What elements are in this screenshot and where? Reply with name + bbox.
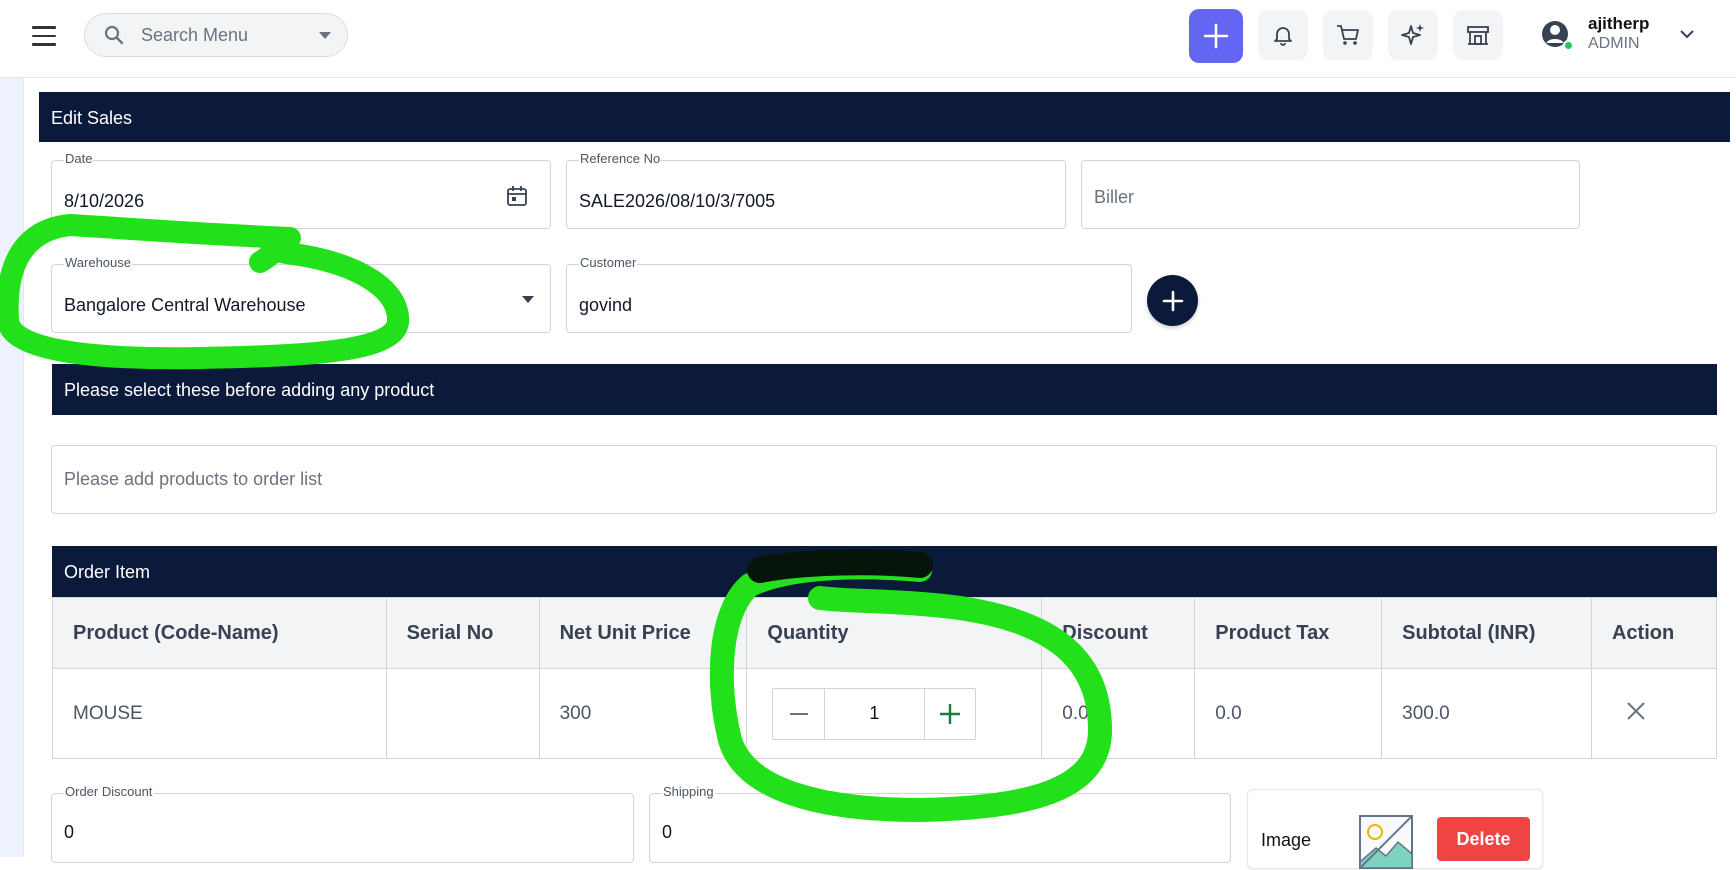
decrement-button[interactable]	[773, 689, 824, 739]
tax-cell: 0.0	[1194, 668, 1383, 759]
delete-row-icon[interactable]	[1626, 701, 1646, 721]
page-title: Edit Sales	[39, 92, 1730, 142]
column-header: Action	[1590, 597, 1718, 669]
sparkle-icon	[1401, 24, 1424, 45]
quantity-cell: 1	[746, 668, 1043, 759]
menu-icon[interactable]	[32, 26, 56, 46]
search-input[interactable]: Search Menu	[141, 25, 319, 46]
plus-icon	[940, 703, 961, 724]
order-discount-field[interactable]: Order Discount 0	[51, 784, 634, 863]
net-unit-price-cell: 300	[538, 668, 748, 759]
online-status-dot	[1563, 40, 1574, 51]
order-item-title: Order Item	[52, 546, 1717, 597]
reference-value[interactable]: SALE2026/08/10/3/7005	[579, 191, 775, 212]
product-cell: MOUSE	[52, 668, 387, 759]
store-button[interactable]	[1453, 10, 1503, 60]
user-menu[interactable]: ajitherp ADMIN	[1540, 14, 1695, 54]
column-header: Net Unit Price	[538, 597, 748, 669]
increment-button[interactable]	[925, 689, 976, 739]
image-upload-card: Image Delete	[1247, 789, 1543, 869]
search-menu[interactable]: Search Menu	[84, 13, 348, 57]
customer-field[interactable]: Customer govind	[566, 255, 1132, 333]
warehouse-select[interactable]: Warehouse Bangalore Central Warehouse	[51, 255, 551, 333]
cart-icon	[1337, 25, 1359, 45]
reference-label: Reference No	[579, 151, 662, 166]
minus-icon	[789, 712, 808, 715]
product-search-input[interactable]: Please add products to order list	[51, 445, 1717, 514]
shipping-label: Shipping	[662, 784, 715, 799]
chevron-down-icon[interactable]	[1679, 29, 1695, 39]
serial-cell	[385, 668, 540, 759]
reference-field[interactable]: Reference No SALE2026/08/10/3/7005	[566, 151, 1066, 229]
quantity-input[interactable]: 1	[823, 688, 925, 739]
image-placeholder-icon[interactable]	[1358, 814, 1414, 870]
column-header: Quantity	[746, 597, 1043, 669]
cart-button[interactable]	[1323, 10, 1373, 60]
user-role: ADMIN	[1588, 35, 1640, 52]
date-label: Date	[64, 151, 94, 166]
column-header: Subtotal (INR)	[1381, 597, 1592, 669]
store-icon	[1467, 26, 1489, 45]
caret-down-icon[interactable]	[319, 31, 331, 39]
biller-placeholder[interactable]: Biller	[1094, 187, 1134, 208]
warehouse-label: Warehouse	[64, 255, 132, 270]
date-field[interactable]: Date 8/10/2026	[51, 151, 551, 229]
order-items-table: Product (Code-Name) Serial No Net Unit P…	[52, 597, 1718, 759]
quantity-stepper[interactable]: 1	[772, 687, 977, 740]
customer-value[interactable]: govind	[579, 295, 632, 316]
column-header: Product Tax	[1194, 597, 1383, 669]
column-header: Product (Code-Name)	[52, 597, 387, 669]
search-icon	[103, 24, 125, 46]
plus-icon	[1203, 23, 1229, 49]
ai-sparkle-button[interactable]	[1388, 10, 1438, 60]
sidebar-edge	[0, 78, 24, 857]
calendar-icon[interactable]	[506, 185, 528, 207]
plus-icon	[1162, 290, 1183, 311]
caret-down-icon[interactable]	[522, 296, 534, 303]
avatar-icon	[1540, 19, 1574, 51]
image-label: Image	[1261, 830, 1312, 850]
shipping-value[interactable]: 0	[662, 822, 672, 843]
bell-icon	[1274, 27, 1292, 46]
subtotal-cell: 300.0	[1381, 668, 1592, 759]
delete-image-button[interactable]: Delete	[1437, 817, 1530, 861]
add-customer-button[interactable]	[1147, 275, 1198, 326]
discount-cell: 0.0	[1041, 668, 1196, 759]
column-header: Discount	[1041, 597, 1196, 669]
customer-label: Customer	[579, 255, 638, 270]
notifications-button[interactable]	[1258, 10, 1308, 60]
shipping-field[interactable]: Shipping 0	[649, 784, 1231, 863]
biller-field[interactable]: Biller	[1081, 160, 1580, 229]
table-row: MOUSE 300 1 0.0 0.0 300.0	[52, 668, 1718, 759]
quick-add-button[interactable]	[1189, 9, 1243, 63]
notice-banner: Please select these before adding any pr…	[52, 364, 1717, 415]
table-header-row: Product (Code-Name) Serial No Net Unit P…	[52, 597, 1718, 669]
action-cell	[1590, 668, 1718, 759]
warehouse-value[interactable]: Bangalore Central Warehouse	[64, 295, 305, 316]
order-discount-value[interactable]: 0	[64, 822, 74, 843]
date-value[interactable]: 8/10/2026	[64, 191, 144, 212]
user-name: ajitherp	[1588, 14, 1650, 33]
order-discount-label: Order Discount	[64, 784, 154, 799]
top-bar: Search Menu ajitherp ADMIN	[0, 0, 1736, 78]
column-header: Serial No	[385, 597, 540, 669]
